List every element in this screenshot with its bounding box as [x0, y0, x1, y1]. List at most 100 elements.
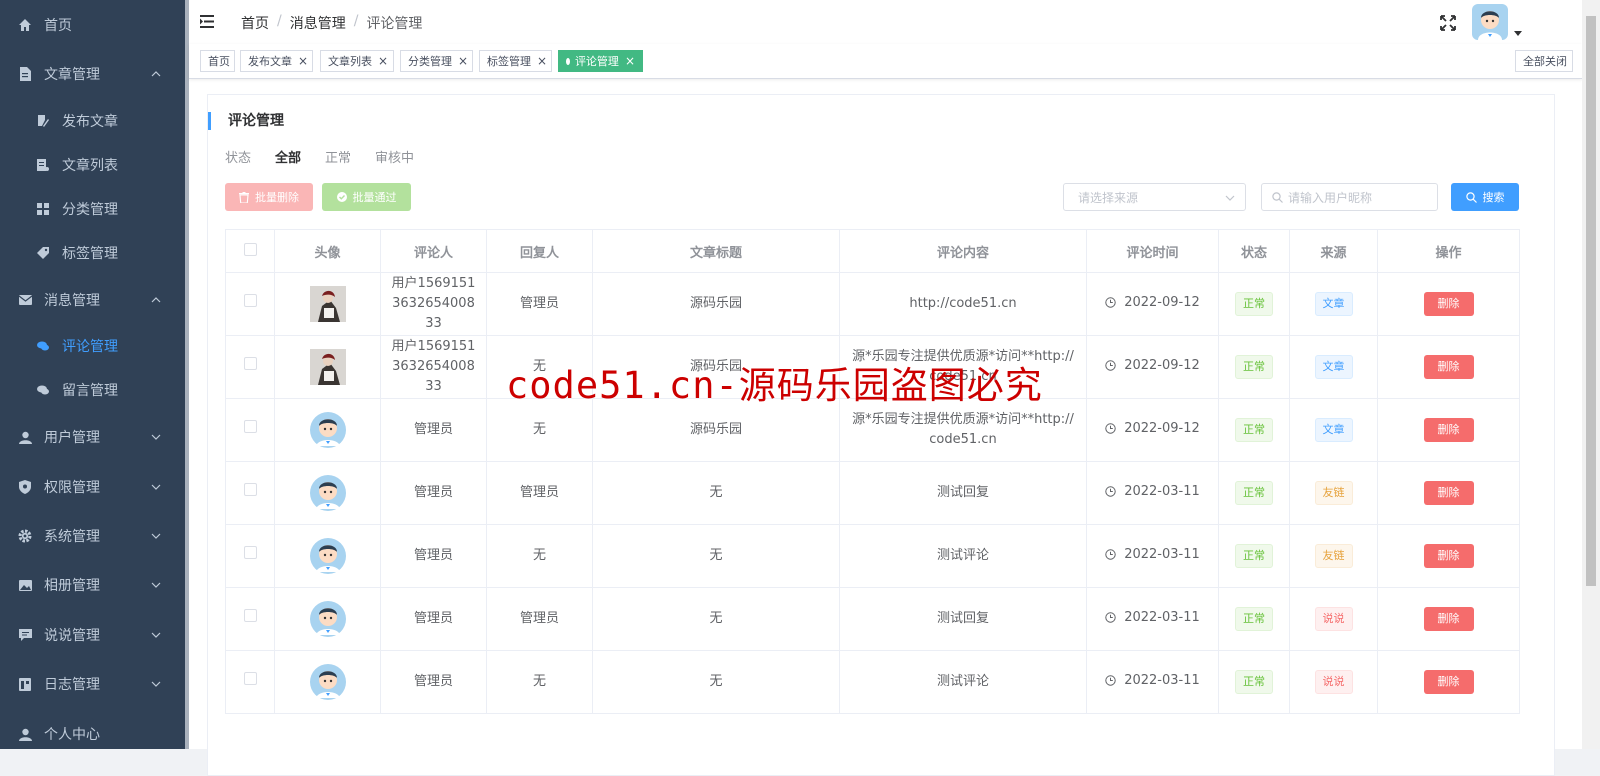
tag-label: 标签管理	[487, 55, 531, 68]
sidebar-item-tags[interactable]: 标签管理	[0, 229, 185, 277]
comment-content: 源*乐园专注提供优质源*访问**http://code51.cn	[852, 412, 1074, 447]
row-checkbox[interactable]	[243, 672, 257, 685]
page-title: 评论管理	[208, 112, 284, 130]
select-cell	[225, 272, 275, 336]
search-button[interactable]: 搜索	[1451, 183, 1519, 211]
sidebar-item-logs[interactable]: 日志管理	[0, 660, 185, 708]
row-checkbox[interactable]	[243, 420, 257, 433]
status-all-option[interactable]: 全部	[275, 147, 301, 166]
main-area: 首页 / 消息管理 / 评论管理 首页 发布文章 × 文章列表 × 分类管理 × 标签…	[189, 0, 1582, 776]
tag-comments[interactable]: 评论管理 ×	[558, 50, 643, 72]
mail-icon	[18, 293, 32, 307]
sidebar-item-system[interactable]: 系统管理	[0, 512, 185, 560]
delete-button[interactable]: 删除	[1423, 481, 1474, 505]
status-review-option[interactable]: 审核中	[375, 147, 414, 166]
delete-button[interactable]: 删除	[1423, 607, 1474, 631]
search-button-label: 搜索	[1482, 191, 1505, 204]
commenter-cell: 管理员	[380, 461, 487, 525]
page-scrollbar[interactable]	[1582, 0, 1600, 749]
delete-button[interactable]: 删除	[1423, 670, 1474, 694]
scrollbar-thumb[interactable]	[1586, 16, 1596, 586]
sidebar-item-publish-article[interactable]: 发布文章	[0, 97, 185, 145]
sidebar-item-articles[interactable]: 文章管理	[0, 50, 185, 98]
batch-pass-button[interactable]: 批量通过	[322, 183, 411, 211]
delete-button[interactable]: 删除	[1423, 355, 1474, 379]
delete-button[interactable]: 删除	[1423, 544, 1474, 568]
table-row: 管理员 无无 测试评论 2022-03-11 正常 友链 删除	[225, 524, 1520, 588]
source-badge: 友链	[1314, 481, 1353, 505]
close-icon[interactable]: ×	[458, 54, 468, 68]
tag-label: 发布文章	[248, 55, 292, 68]
status-cell: 正常	[1218, 335, 1290, 399]
sidebar-item-permissions[interactable]: 权限管理	[0, 463, 185, 511]
commenter-name: 管理员	[413, 485, 453, 500]
shield-icon	[18, 480, 32, 494]
sidebar-item-category[interactable]: 分类管理	[0, 185, 185, 233]
comment-content: 源*乐园专注提供优质源*访问**http://code51.cn	[852, 349, 1074, 384]
sidebar-item-article-list[interactable]: 文章列表	[0, 141, 185, 189]
tag-article-list[interactable]: 文章列表 ×	[320, 50, 394, 72]
source-select[interactable]: 请选择来源	[1063, 183, 1246, 211]
fullscreen-icon[interactable]	[1440, 15, 1456, 31]
status-normal-option[interactable]: 正常	[325, 147, 351, 166]
sidebar-item-label: 个人中心	[44, 727, 100, 743]
home-icon	[18, 18, 32, 32]
batch-delete-button[interactable]: 批量删除	[225, 183, 313, 211]
clock-icon	[1105, 486, 1116, 497]
user-avatar[interactable]	[1472, 4, 1508, 40]
row-checkbox[interactable]	[243, 483, 257, 496]
select-all-checkbox[interactable]	[243, 242, 257, 256]
row-checkbox[interactable]	[243, 357, 257, 370]
close-all-button[interactable]: 全部关闭	[1515, 50, 1573, 72]
sidebar-item-label: 系统管理	[44, 529, 100, 545]
content-cell: 源*乐园专注提供优质源*访问**http://code51.cn	[839, 335, 1087, 399]
sidebar-item-albums[interactable]: 相册管理	[0, 561, 185, 609]
close-icon[interactable]: ×	[625, 54, 635, 68]
close-icon[interactable]: ×	[537, 54, 547, 68]
sidebar-item-messages[interactable]: 消息管理	[0, 276, 185, 324]
person-icon	[18, 727, 32, 741]
tag-publish-article[interactable]: 发布文章 ×	[240, 50, 313, 72]
row-checkbox[interactable]	[243, 294, 257, 307]
commenter-name: 管理员	[413, 548, 453, 563]
sidebar-item-home[interactable]: 首页	[0, 1, 185, 49]
row-checkbox[interactable]	[243, 609, 257, 622]
sidebar-item-users[interactable]: 用户管理	[0, 413, 185, 461]
tag-tags[interactable]: 标签管理 ×	[479, 50, 552, 72]
breadcrumb-parent[interactable]: 消息管理	[290, 13, 346, 33]
article-title-cell: 源码乐园	[592, 335, 840, 399]
time-cell: 2022-09-12	[1086, 272, 1219, 336]
sidebar-item-talks[interactable]: 说说管理	[0, 611, 185, 659]
delete-button[interactable]: 删除	[1423, 418, 1474, 442]
commenter-cell: 用户1569151363265400833	[380, 272, 487, 336]
chevron-up-icon	[151, 71, 161, 77]
close-icon[interactable]: ×	[378, 54, 388, 68]
sidebar-item-label: 首页	[44, 18, 72, 34]
search-input[interactable]: 请输入用户昵称	[1261, 183, 1438, 211]
tag-label: 首页	[208, 55, 230, 68]
hamburger-icon[interactable]	[200, 15, 214, 28]
article-title-cell: 无	[592, 650, 840, 714]
delete-button[interactable]: 删除	[1423, 292, 1474, 316]
sidebar-item-guestbook[interactable]: 留言管理	[0, 366, 185, 414]
sidebar-item-comments[interactable]: 评论管理	[0, 322, 185, 370]
sidebar-item-label: 相册管理	[44, 578, 100, 594]
caret-down-icon[interactable]	[1514, 31, 1522, 37]
article-title-cell: 源码乐园	[592, 272, 840, 336]
row-checkbox[interactable]	[243, 546, 257, 559]
status-badge: 正常	[1235, 481, 1273, 505]
breadcrumb-current: 评论管理	[366, 16, 423, 32]
tag-category[interactable]: 分类管理 ×	[400, 50, 473, 72]
avatar	[275, 412, 380, 448]
sidebar-item-profile[interactable]: 个人中心	[0, 710, 185, 749]
time-cell: 2022-03-11	[1086, 650, 1219, 714]
source-cell: 说说	[1289, 587, 1378, 651]
comment-icon	[18, 628, 32, 642]
source-cell: 文章	[1289, 272, 1378, 336]
close-icon[interactable]: ×	[298, 54, 308, 68]
source-badge: 文章	[1314, 355, 1353, 379]
sidebar-item-label: 分类管理	[62, 202, 118, 218]
breadcrumb-home[interactable]: 首页	[241, 13, 269, 33]
tag-home[interactable]: 首页	[200, 50, 235, 72]
select-all-cell	[225, 229, 275, 273]
